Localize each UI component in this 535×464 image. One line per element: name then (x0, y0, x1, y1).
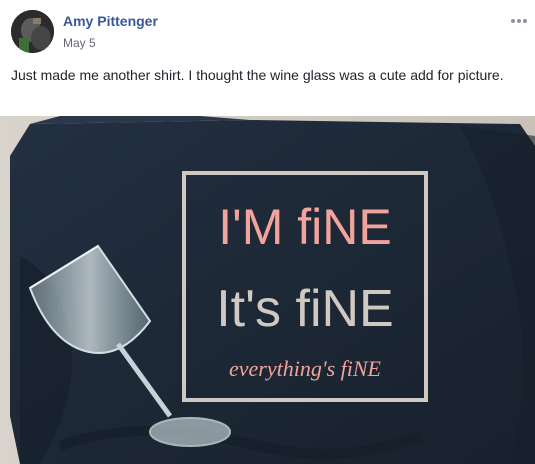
post-card: Amy Pittenger May 5 Just made me another… (0, 0, 535, 464)
shirt-line-2: It's fiNE (216, 280, 394, 338)
profile-photo (11, 10, 54, 53)
shirt-photo: I'M fiNE It's fiNE everything's fiNE (0, 116, 535, 464)
post-text: Just made me another shirt. I thought th… (11, 67, 504, 83)
shirt-line-1: I'M fiNE (218, 199, 391, 255)
post-date[interactable]: May 5 (63, 36, 96, 50)
more-options-icon[interactable] (511, 10, 533, 24)
shirt-line-3: everything's fiNE (229, 356, 382, 381)
author-name[interactable]: Amy Pittenger (63, 13, 158, 29)
post-photo[interactable]: I'M fiNE It's fiNE everything's fiNE (0, 116, 535, 464)
avatar[interactable] (11, 10, 54, 53)
